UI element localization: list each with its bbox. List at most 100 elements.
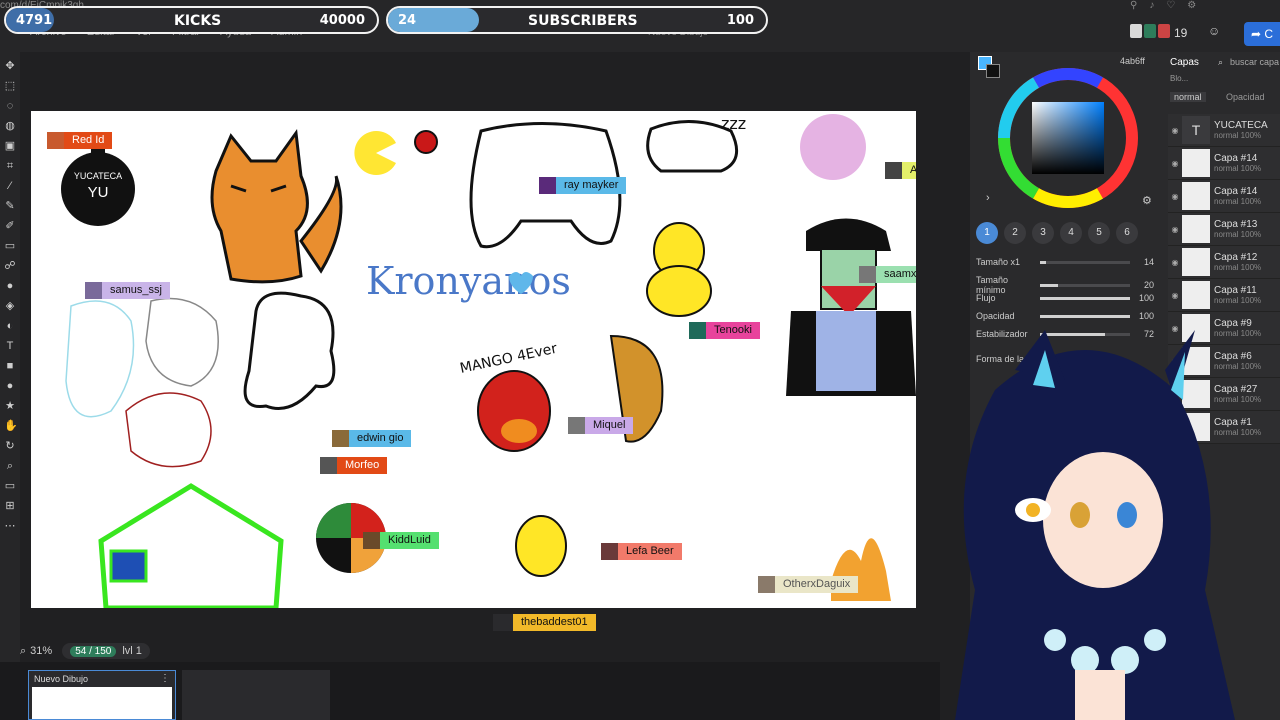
gear-icon[interactable]: ⚙ xyxy=(1142,194,1152,207)
slider-min-size[interactable]: Tamaño mínimo 20 xyxy=(976,275,1154,295)
slider-flow[interactable]: Flujo 100 xyxy=(976,293,1154,303)
share-icon: ➦ xyxy=(1250,27,1265,41)
ellipse-shape-icon[interactable]: ● xyxy=(4,380,16,392)
crop-icon[interactable]: ⌗ xyxy=(4,160,16,172)
subscribers-target: 100 xyxy=(726,13,754,28)
brush-preset-6[interactable]: 6 xyxy=(1116,222,1138,244)
cherry-dot xyxy=(414,130,438,154)
top-right-controls: ⚲ ♪ ♡ ⚙ 19 ☺ ➦ C xyxy=(1130,0,1280,52)
layer-thumbnail xyxy=(1182,215,1210,243)
user-tag-ray-mayker: ray mayker xyxy=(539,177,627,194)
stroke-count: 54 / 150 xyxy=(70,645,117,657)
gradient-icon[interactable]: ◐ xyxy=(4,320,16,332)
rotate-icon[interactable]: ↻ xyxy=(4,440,16,452)
left-toolbar: ✥ ⬚ ◌ ◍ ▣ ⌗ ⁄ ✎ ✐ ▭ ☍ ● ◈ ◐ T ■ ● ★ ✋ ↻ … xyxy=(0,52,20,662)
fill-icon[interactable]: ◈ xyxy=(4,300,16,312)
pin-icon[interactable]: ⚲ xyxy=(1130,0,1137,11)
gear-icon[interactable]: ⚙ xyxy=(1187,0,1196,11)
ghost-drawing xyxy=(243,291,336,410)
avatar xyxy=(568,417,585,434)
user-tag-thebaddest01: thebaddest01 xyxy=(493,614,596,631)
pen-icon[interactable]: ✎ xyxy=(4,200,16,212)
transform-icon[interactable]: ▣ xyxy=(4,140,16,152)
mango-bird-belly xyxy=(501,419,537,443)
viewer-count: 19 xyxy=(1174,26,1188,40)
user-tag-saamx: saamx xyxy=(859,266,916,283)
brush-preset-4[interactable]: 4 xyxy=(1060,222,1082,244)
grid-icon[interactable]: ⊞ xyxy=(4,500,16,512)
hand-icon[interactable]: ✋ xyxy=(4,420,18,432)
select-ellipse-icon[interactable]: ◌ xyxy=(4,100,16,112)
layer-item[interactable]: ◉ T YUCATECA normal 100% xyxy=(1168,114,1280,147)
move-tool-icon[interactable]: ✥ xyxy=(4,60,16,72)
blend-mode-select[interactable]: normal xyxy=(1170,92,1206,102)
layer-thumbnail xyxy=(1182,149,1210,177)
heart-icon[interactable]: ♡ xyxy=(1166,0,1175,11)
slider-size[interactable]: Tamaño x1 14 xyxy=(976,257,1154,267)
user-tag-morfeo: Morfeo xyxy=(320,457,388,474)
layer-item[interactable]: ◉ Capa #11 normal 100% xyxy=(1168,279,1280,312)
layer-item[interactable]: ◉ Capa #14 normal 100% xyxy=(1168,147,1280,180)
bell-icon[interactable]: ♪ xyxy=(1149,0,1154,11)
eye-icon[interactable]: ◉ xyxy=(1168,225,1182,234)
text-icon[interactable]: T xyxy=(4,340,16,352)
shape-icon[interactable]: ■ xyxy=(4,360,16,372)
eye-icon[interactable]: ◉ xyxy=(1168,291,1182,300)
layers-tab[interactable]: Capas xyxy=(1170,57,1199,68)
stroke-progress: 54 / 150 lvl 1 xyxy=(62,643,150,659)
layer-search-input[interactable]: buscar capa xyxy=(1230,57,1279,67)
fox-drawing xyxy=(210,128,343,284)
slider-opacity-fill xyxy=(1040,314,1130,318)
star-icon[interactable]: ★ xyxy=(4,400,16,412)
color-wheel[interactable] xyxy=(970,52,1160,212)
share-button[interactable]: ➦ C xyxy=(1244,22,1280,46)
avatar xyxy=(1130,24,1142,38)
avatar xyxy=(332,430,349,447)
user-tag-andresby: Andresby Yu xyxy=(885,162,916,179)
brush-preset-3[interactable]: 3 xyxy=(1032,222,1054,244)
new-document-slot[interactable] xyxy=(182,670,330,720)
chevron-right-icon[interactable]: › xyxy=(986,192,990,204)
vtuber-avatar xyxy=(955,330,1235,720)
zoom-indicator[interactable]: ⌕ 31% xyxy=(20,645,52,658)
smudge-icon[interactable]: ☍ xyxy=(4,260,16,272)
brush-preset-5[interactable]: 5 xyxy=(1088,222,1110,244)
cowboy-drawing xyxy=(786,218,916,396)
document-thumbnail[interactable]: Nuevo Dibujo ⋮ xyxy=(28,670,176,720)
color-picker[interactable]: 4ab6ff › ⚙ xyxy=(970,52,1160,212)
more-icon[interactable]: ⋯ xyxy=(4,520,16,532)
blur-icon[interactable]: ● xyxy=(4,280,16,292)
avatar xyxy=(539,177,556,194)
user-tag-miquel: Miquel xyxy=(568,417,634,434)
zoom-icon[interactable]: ⌕ xyxy=(4,460,16,472)
users-icon[interactable]: ☺ xyxy=(1208,24,1220,38)
eye-icon[interactable]: ◉ xyxy=(1168,159,1182,168)
brush-preset-1[interactable]: 1 xyxy=(976,222,998,244)
lasso-icon[interactable]: ◍ xyxy=(4,120,16,132)
comment-icon[interactable]: ▭ xyxy=(4,480,16,492)
slider-opacity[interactable]: Opacidad 100 xyxy=(976,311,1154,321)
layer-item[interactable]: ◉ Capa #13 normal 100% xyxy=(1168,213,1280,246)
brush-preset-2[interactable]: 2 xyxy=(1004,222,1026,244)
eye-icon[interactable]: ◉ xyxy=(1168,192,1182,201)
eyedropper-icon[interactable]: ⁄ xyxy=(4,180,16,192)
svg-text:zzz: zzz xyxy=(721,114,746,133)
kebab-menu-icon[interactable]: ⋮ xyxy=(160,673,170,684)
subscribers-current: 24 xyxy=(398,13,417,28)
eye-icon[interactable]: ◉ xyxy=(1168,126,1182,135)
select-rect-icon[interactable]: ⬚ xyxy=(4,80,16,92)
user-tag-lefa-beer: Lefa Beer xyxy=(601,543,682,560)
slider-min-size-fill xyxy=(1040,283,1058,287)
layer-thumbnail xyxy=(1182,248,1210,276)
drawing-canvas[interactable]: YUCATECA YU zzz Kronyanos MANGO 4Ever Re… xyxy=(31,111,916,608)
document-thumbnail-title: Nuevo Dibujo xyxy=(34,674,89,684)
eraser-icon[interactable]: ▭ xyxy=(4,240,16,252)
eye-icon[interactable]: ◉ xyxy=(1168,258,1182,267)
layer-item[interactable]: ◉ Capa #14 normal 100% xyxy=(1168,180,1280,213)
layer-item[interactable]: ◉ Capa #12 normal 100% xyxy=(1168,246,1280,279)
block-label: Blo... xyxy=(1170,74,1189,83)
brush-icon[interactable]: ✐ xyxy=(4,220,16,232)
window-icons: ⚲ ♪ ♡ ⚙ xyxy=(1130,0,1196,11)
avatar xyxy=(320,457,337,474)
kronyanos-text: Kronyanos xyxy=(366,259,571,303)
